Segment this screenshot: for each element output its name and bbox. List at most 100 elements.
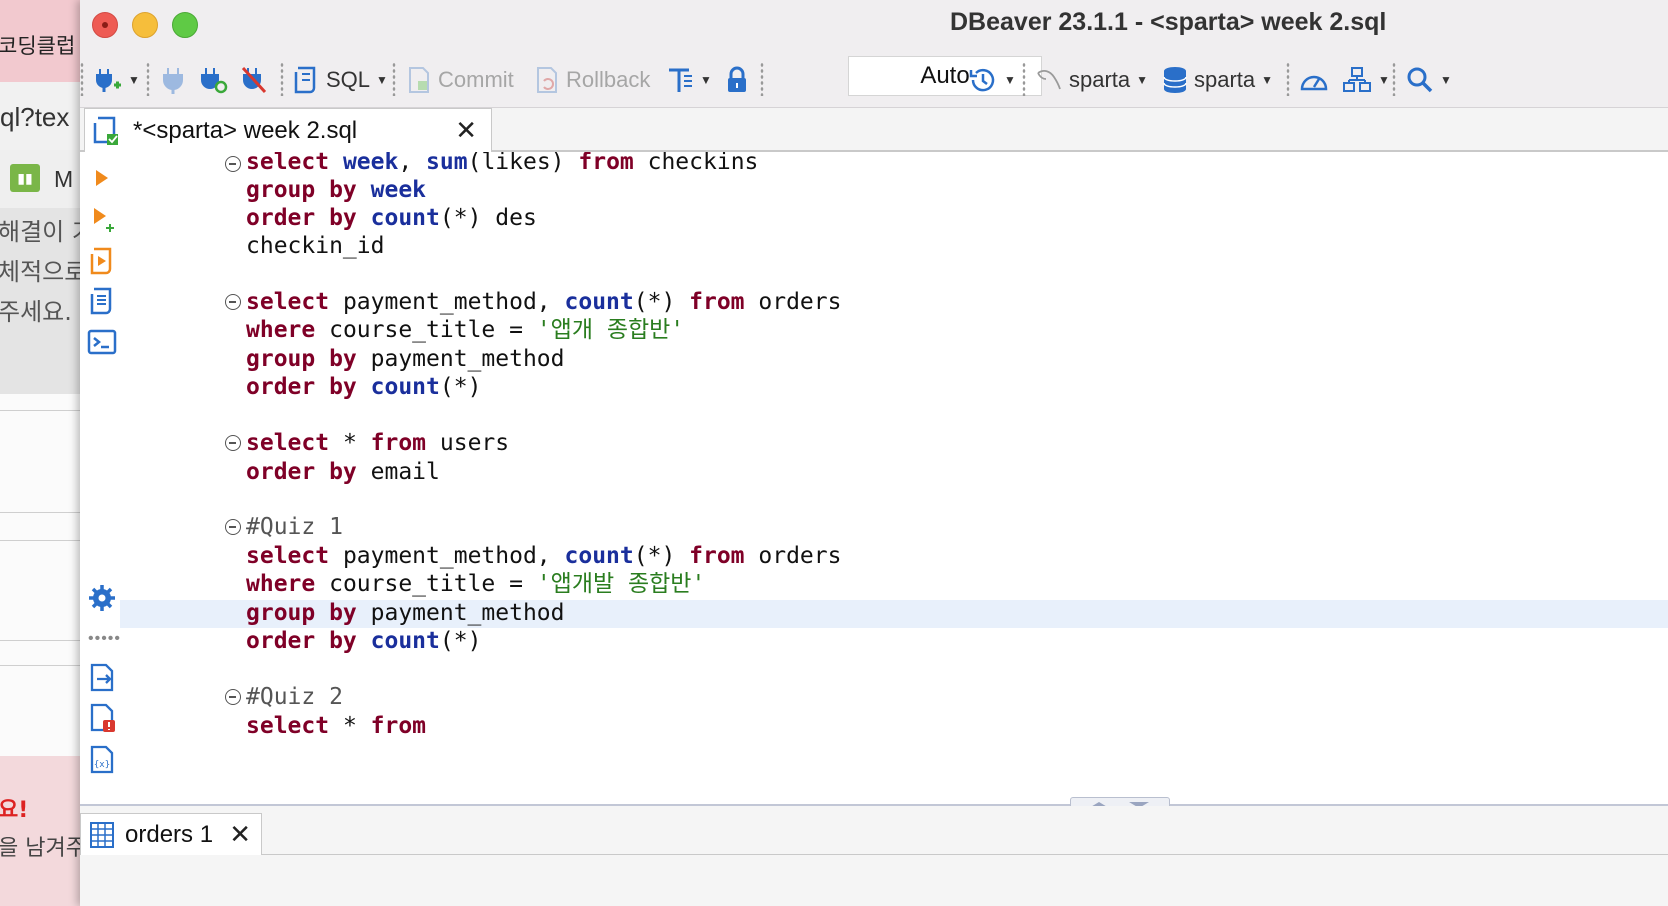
fold-toggle-icon[interactable]	[225, 435, 241, 451]
execute-new-tab-icon[interactable]	[86, 204, 118, 236]
code-line: group by week	[246, 177, 427, 203]
fold-toggle-icon[interactable]	[225, 519, 241, 535]
results-panel	[80, 806, 1668, 906]
schema-label: sparta	[1194, 67, 1256, 92]
rollback-label: Rollback	[566, 67, 651, 92]
editor-action-gutter: ••••• {x}	[80, 152, 120, 806]
chevron-down-icon: ▼	[376, 73, 388, 87]
background-window: 코딩클럽 ql?tex ▮▮ M 해결이 기 체적으로 주세요. 요! 을 남겨…	[0, 0, 80, 906]
rollback-icon	[537, 67, 557, 93]
search-icon	[1407, 67, 1433, 93]
new-connection-button[interactable]: ▼	[92, 62, 140, 98]
toolbar-separator	[1022, 62, 1026, 96]
toolbar-grip[interactable]	[80, 62, 84, 96]
minimize-window-button[interactable]	[132, 12, 158, 38]
rollback-button[interactable]: Rollback	[534, 62, 650, 98]
commit-icon	[409, 67, 429, 93]
dashboard-button[interactable]	[1298, 62, 1330, 98]
background-header-text: 코딩클럽	[0, 34, 76, 58]
background-tab-text: M	[54, 166, 74, 192]
window-title: DBeaver 23.1.1 - <sparta> week 2.sql	[950, 8, 1387, 36]
code-line: select week, sum(likes) from checkins	[246, 152, 759, 175]
background-alert-text: 요!	[0, 798, 29, 823]
history-button[interactable]: ▼	[968, 62, 1016, 98]
search-button[interactable]: ▼	[1406, 62, 1452, 98]
toolbar-separator	[760, 62, 764, 96]
background-line-3: 주세요.	[0, 298, 72, 326]
disconnect-button[interactable]	[240, 62, 268, 98]
fold-toggle-icon[interactable]	[225, 689, 241, 705]
lock-button[interactable]	[724, 62, 750, 98]
fold-toggle-icon[interactable]	[225, 294, 241, 310]
close-icon[interactable]: ✕	[229, 819, 251, 850]
sql-script-icon	[93, 116, 118, 145]
background-divider	[0, 665, 80, 666]
editor-tab-week2[interactable]: *<sparta> week 2.sql ✕	[84, 108, 492, 152]
toolbar-separator	[146, 62, 150, 96]
results-divider	[80, 854, 1668, 855]
export-icon[interactable]	[86, 662, 118, 694]
maximize-window-button[interactable]	[172, 12, 198, 38]
close-icon[interactable]: ✕	[455, 115, 477, 146]
explain-plan-icon[interactable]	[86, 286, 118, 318]
chevron-down-icon: ▼	[700, 73, 712, 87]
results-tab-orders[interactable]: orders 1 ✕	[80, 813, 262, 855]
chevron-down-icon: ▼	[128, 73, 140, 87]
code-line: order by count(*)	[246, 374, 482, 400]
schema-selector[interactable]: sparta ▼	[1162, 62, 1273, 98]
background-bottom-text: 을 남겨주	[0, 836, 80, 861]
code-line: checkin_id	[246, 233, 385, 259]
problems-icon[interactable]	[86, 702, 118, 734]
background-line-2: 체적으로	[0, 258, 80, 286]
plug-refresh-icon	[201, 68, 228, 94]
code-line: order by count(*) des	[246, 205, 537, 231]
svg-text:{x}: {x}	[94, 760, 110, 770]
background-url-text: ql?tex	[0, 102, 70, 132]
sql-editor[interactable]: select week, sum(likes) from checkins gr…	[120, 152, 1668, 806]
dashboard-gauge-icon	[1300, 75, 1328, 91]
plug-add-icon	[96, 69, 121, 92]
chart-icon: ▮▮	[10, 164, 40, 192]
fold-toggle-icon[interactable]	[225, 156, 241, 172]
database-icon	[1163, 67, 1187, 93]
terminal-icon[interactable]	[86, 326, 118, 358]
toolbar-separator	[1286, 62, 1290, 96]
chevron-down-icon: ▼	[1136, 73, 1149, 87]
plug-disconnect-icon	[241, 66, 267, 94]
reconnect-button[interactable]	[198, 62, 228, 98]
chevron-down-icon: ▼	[1261, 73, 1274, 87]
variables-icon[interactable]: {x}	[86, 744, 118, 776]
sql-editor-button[interactable]: SQL ▼	[292, 62, 388, 98]
code-line: group by payment_method	[246, 346, 565, 372]
transaction-mode-button[interactable]: ▼	[666, 62, 712, 98]
commit-button[interactable]: Commit	[406, 62, 514, 98]
more-icon[interactable]: •••••	[88, 630, 121, 648]
close-window-button[interactable]	[92, 12, 118, 38]
code-line: select payment_method, count(*) from ord…	[246, 289, 842, 315]
execute-script-icon[interactable]	[86, 246, 118, 278]
dbeaver-window: DBeaver 23.1.1 - <sparta> week 2.sql ▼ S…	[80, 0, 1668, 906]
erd-button[interactable]: ▼	[1342, 62, 1390, 98]
code-line: order by email	[246, 459, 440, 485]
transaction-mode-icon	[669, 68, 692, 92]
code-line: #Quiz 2	[246, 684, 343, 710]
code-line: select * from	[246, 713, 427, 739]
execute-statement-icon[interactable]	[86, 162, 118, 194]
code-line: group by payment_method	[246, 600, 565, 626]
gear-icon[interactable]	[86, 582, 118, 614]
sql-script-icon	[294, 66, 316, 94]
lock-icon	[728, 66, 746, 92]
code-line: select payment_method, count(*) from ord…	[246, 543, 842, 569]
toolbar-separator	[1392, 62, 1396, 96]
datasource-label: sparta	[1069, 67, 1131, 92]
chevron-down-icon: ▼	[1004, 73, 1016, 87]
background-divider	[0, 640, 80, 641]
datasource-selector[interactable]: sparta ▼	[1035, 62, 1148, 98]
chevron-down-icon: ▼	[1378, 73, 1390, 87]
code-line: #Quiz 1	[246, 514, 343, 540]
connect-button[interactable]	[160, 62, 186, 98]
history-icon	[969, 68, 995, 92]
commit-label: Commit	[438, 67, 514, 92]
background-line-1: 해결이 기	[0, 218, 80, 246]
background-list	[0, 394, 80, 756]
